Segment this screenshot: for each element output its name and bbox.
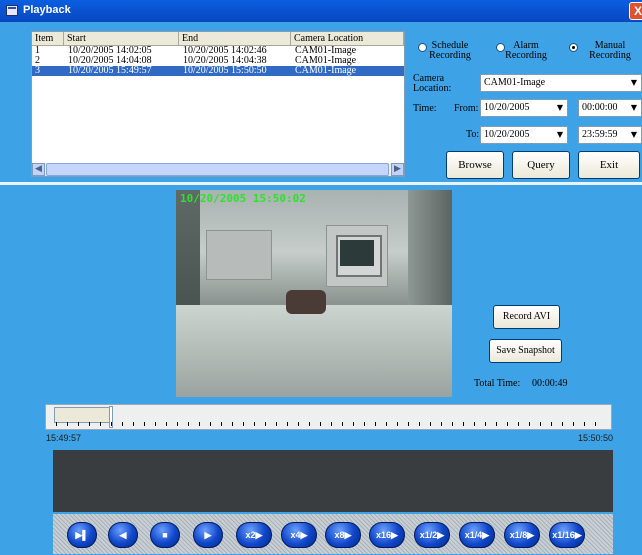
to-date-value: 10/20/2005 [484, 129, 530, 140]
timeline-progress [54, 407, 111, 423]
chevron-down-icon[interactable]: ▼ [553, 127, 567, 143]
label-line: Recording [589, 50, 631, 61]
from-date-value: 10/20/2005 [484, 102, 530, 113]
event-display-panel [53, 450, 613, 512]
from-time-value: 00:00:00 [582, 102, 618, 113]
to-time-picker[interactable]: 23:59:59 ▼ [578, 126, 642, 144]
chevron-down-icon[interactable]: ▼ [627, 100, 641, 116]
title-bar: Playback X [0, 0, 642, 22]
column-end[interactable]: End [179, 32, 291, 45]
from-time-picker[interactable]: 00:00:00 ▼ [578, 99, 642, 117]
column-item[interactable]: Item [32, 32, 64, 45]
stop-button[interactable]: ■ [150, 522, 180, 548]
video-monitor-screen [340, 240, 374, 266]
camera-location-value: CAM01-Image [484, 77, 546, 88]
schedule-recording-radio[interactable] [418, 43, 427, 52]
cell-end: 10/20/2005 15:50:50 [183, 65, 267, 76]
to-date-picker[interactable]: 10/20/2005 ▼ [480, 126, 568, 144]
speed-x1-16-button[interactable]: x1/16▶ [549, 522, 585, 548]
video-cabinet [206, 230, 272, 280]
chevron-down-icon[interactable]: ▼ [553, 100, 567, 116]
speed-x1-4-button[interactable]: x1/4▶ [459, 522, 495, 548]
speed-x1-8-button[interactable]: x1/8▶ [504, 522, 540, 548]
timeline-ticks [56, 422, 606, 426]
camera-location-select[interactable]: CAM01-Image ▼ [480, 74, 642, 92]
browse-button[interactable]: Browse [446, 151, 504, 179]
table-row-selected[interactable]: 3 10/20/2005 15:49:57 10/20/2005 15:50:5… [32, 66, 404, 76]
reverse-button[interactable]: ◀ [108, 522, 138, 548]
horizontal-scrollbar[interactable]: ◀ ▶ [32, 163, 404, 176]
total-time-label: Total Time: [474, 378, 521, 389]
step-play-button[interactable]: ▶▌ [67, 522, 97, 548]
speed-x8-button[interactable]: x8▶ [325, 522, 361, 548]
save-snapshot-button[interactable]: Save Snapshot [489, 339, 562, 363]
to-label: To: [466, 129, 480, 140]
timeline-start-label: 15:49:57 [46, 433, 82, 443]
manual-recording-label: Manual Recording [586, 41, 634, 61]
video-timestamp: 10/20/2005 15:50:02 [180, 192, 306, 205]
playback-controls: ▶▌ ◀ ■ ▶ x2▶ x4▶ x8▶ x16▶ x1/2▶ x1/4▶ x1/8▶ x1/16▶ [53, 514, 613, 554]
close-button[interactable]: X [629, 2, 642, 20]
speed-x1-2-button[interactable]: x1/2▶ [414, 522, 450, 548]
cell-item: 3 [35, 65, 40, 76]
video-frame: 10/20/2005 15:50:02 [176, 190, 452, 397]
from-date-picker[interactable]: 10/20/2005 ▼ [480, 99, 568, 117]
recordings-list[interactable]: Item Start End Camera Location 1 10/20/2… [31, 31, 405, 177]
column-start[interactable]: Start [64, 32, 179, 45]
query-button[interactable]: Query [512, 151, 570, 179]
from-label: From: [454, 103, 479, 114]
scroll-left-icon[interactable]: ◀ [32, 163, 45, 176]
list-header: Item Start End Camera Location [32, 32, 404, 46]
chevron-down-icon[interactable]: ▼ [627, 127, 641, 143]
timeline-end-label: 15:50:50 [578, 433, 614, 443]
label-line: Recording [505, 50, 547, 61]
window-title: Playback [23, 4, 71, 16]
scroll-thumb[interactable] [46, 163, 389, 176]
manual-recording-radio[interactable] [569, 43, 578, 52]
window-icon [6, 5, 18, 16]
record-avi-button[interactable]: Record AVI [493, 305, 560, 329]
schedule-recording-label: Schedule Recording [428, 41, 472, 61]
cell-camera: CAM01-Image [295, 65, 357, 76]
scroll-right-icon[interactable]: ▶ [391, 163, 404, 176]
column-camera-location[interactable]: Camera Location [291, 32, 404, 45]
alarm-recording-label: Alarm Recording [504, 41, 548, 61]
panel-divider [0, 182, 642, 185]
label-line: Location: [413, 83, 452, 94]
speed-x16-button[interactable]: x16▶ [369, 522, 405, 548]
speed-x2-button[interactable]: x2▶ [236, 522, 272, 548]
exit-button[interactable]: Exit [578, 151, 640, 179]
timeline-slider[interactable] [45, 404, 612, 430]
time-label: Time: [413, 103, 437, 114]
camera-location-label: Camera Location: [413, 74, 451, 94]
play-button[interactable]: ▶ [193, 522, 223, 548]
chevron-down-icon[interactable]: ▼ [627, 75, 641, 91]
speed-x4-button[interactable]: x4▶ [281, 522, 317, 548]
total-time-value: 00:00:49 [532, 378, 568, 389]
cell-start: 10/20/2005 15:49:57 [68, 65, 152, 76]
video-chair [286, 290, 326, 314]
video-desk [176, 305, 452, 397]
label-line: Recording [429, 50, 471, 61]
to-time-value: 23:59:59 [582, 129, 618, 140]
